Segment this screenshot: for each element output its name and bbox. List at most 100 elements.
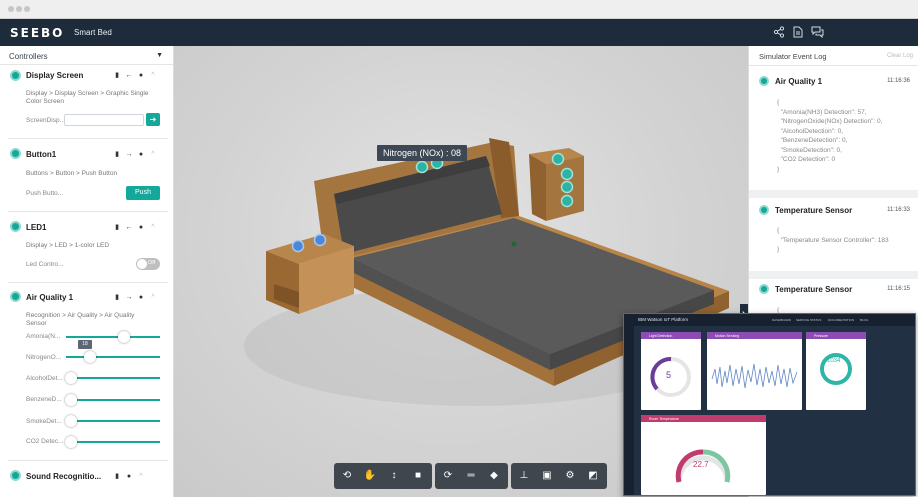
screenshot-icon[interactable]: ◩	[585, 468, 601, 484]
co2-slider[interactable]	[65, 436, 160, 448]
gear-icon[interactable]: ⚙	[562, 468, 578, 484]
app-logo[interactable]: SEEBO	[10, 26, 64, 40]
expand-icon[interactable]: ^	[135, 473, 147, 480]
expand-icon[interactable]: ^	[147, 151, 159, 158]
benzene-slider[interactable]	[65, 394, 160, 406]
device-icon[interactable]: ▮	[111, 293, 123, 301]
light-value: 5	[666, 370, 672, 380]
slider-label: SmokeDet...	[26, 418, 62, 425]
controller-path: Display > Display Screen > Graphic Singl…	[26, 90, 149, 105]
iot-header: IBM Watson IoT Platform DASHBOARD SERVIC…	[624, 314, 915, 326]
hand-icon[interactable]: ✋	[362, 468, 378, 484]
screen-text-input[interactable]	[64, 114, 144, 126]
arrow-right-icon[interactable]: →	[123, 294, 135, 301]
device-icon[interactable]: ▮	[111, 150, 123, 158]
alcohol-slider[interactable]	[65, 372, 160, 384]
iot-nav-service-status[interactable]: SERVICE STATUS	[796, 318, 821, 322]
eye-icon[interactable]: ●	[135, 151, 147, 158]
event-log-title: Simulator Event Log	[759, 52, 827, 61]
controller-name-sound-recognition: Sound Recognitio...	[26, 472, 102, 481]
temperature-value: 22.7	[693, 460, 709, 469]
iot-title: IBM Watson IoT Platform	[638, 317, 689, 322]
chat-icon[interactable]	[810, 26, 824, 39]
controller-status-dot	[10, 221, 21, 232]
iot-nav-documentation[interactable]: DOCUMENTATION	[828, 318, 854, 322]
controller-status-dot	[10, 291, 21, 302]
divider	[8, 211, 168, 212]
eye-icon[interactable]: ●	[135, 72, 147, 79]
smoke-slider[interactable]	[65, 415, 160, 427]
camera-icon[interactable]: ■	[410, 468, 426, 484]
ruler-icon[interactable]: ═	[463, 468, 479, 484]
arrow-left-icon[interactable]: ←	[123, 72, 135, 79]
slider-thumb[interactable]	[65, 436, 77, 448]
controller-actions: ▮ ● ^	[111, 472, 147, 480]
component-icon[interactable]: ▣	[539, 468, 555, 484]
cube-rotate-icon[interactable]: ⟳	[440, 468, 456, 484]
hierarchy-icon[interactable]: ⊥	[516, 468, 532, 484]
vertical-move-icon[interactable]: ↕	[386, 468, 402, 484]
slider-label: Amonia(N...	[26, 333, 61, 340]
view-toolbar-1: ⟲ ✋ ↕ ■	[334, 463, 432, 489]
document-icon[interactable]	[791, 26, 805, 39]
pressure-gauge	[820, 353, 852, 385]
share-icon[interactable]	[772, 26, 786, 39]
card-header: Light Detection	[641, 332, 701, 339]
window-minimize-dot[interactable]	[16, 6, 22, 12]
slider-thumb[interactable]	[65, 394, 77, 406]
pressure-value: 1034	[827, 358, 841, 364]
box-icon[interactable]: ◆	[486, 468, 502, 484]
iot-nav-blog[interactable]: BLOG	[860, 318, 868, 322]
controller-path: Display > LED > 1-color LED	[26, 242, 110, 249]
device-icon[interactable]: ▮	[111, 223, 123, 231]
caret-down-icon[interactable]: ▼	[156, 52, 163, 59]
controller-actions: ▮ → ● ^	[111, 150, 159, 158]
expand-icon[interactable]: ^	[147, 72, 159, 79]
iot-dashboard-overlay[interactable]: IBM Watson IoT Platform DASHBOARD SERVIC…	[623, 313, 916, 496]
room-temperature-card: Room Temperature 22.7	[641, 415, 766, 495]
temperature-gauge	[675, 449, 731, 483]
controllers-title: Controllers	[9, 52, 48, 61]
clear-log-button[interactable]: Clear Log	[887, 53, 913, 59]
controller-name-led1: LED1	[26, 223, 47, 232]
slider-thumb[interactable]	[84, 351, 96, 363]
expand-icon[interactable]: ^	[147, 224, 159, 231]
eye-icon[interactable]: ●	[135, 224, 147, 231]
arrow-right-icon[interactable]: →	[123, 151, 135, 158]
led-toggle[interactable]: Off	[136, 258, 160, 270]
window-maximize-dot[interactable]	[24, 6, 30, 12]
controller-name-air-quality: Air Quality 1	[26, 293, 74, 302]
device-icon[interactable]: ▮	[111, 472, 123, 480]
slider-thumb[interactable]	[65, 372, 77, 384]
event-time: 11:16:33	[887, 207, 910, 213]
event-payload: { "Temperature Sensor Controller": 183 }	[777, 227, 889, 253]
slider-thumb[interactable]	[118, 331, 130, 343]
nitrogen-slider[interactable]	[66, 351, 160, 363]
event-status-dot	[759, 284, 769, 294]
window-close-dot[interactable]	[8, 6, 14, 12]
amonia-slider[interactable]	[66, 331, 160, 343]
top-nav: SEEBO Smart Bed	[0, 19, 918, 46]
push-button[interactable]: Push	[126, 186, 160, 200]
controllers-panel: Controllers ▼ Display Screen ▮ ← ● ^ Displa…	[0, 46, 174, 497]
slider-label: BenzeneD...	[26, 396, 62, 403]
event-time: 11:16:15	[887, 286, 910, 292]
eye-icon[interactable]: ●	[135, 294, 147, 301]
arrow-left-icon[interactable]: ←	[123, 224, 135, 231]
event-separator	[749, 190, 918, 198]
iot-sidebar	[624, 326, 634, 495]
event-name: Temperature Sensor	[775, 285, 853, 294]
eye-icon[interactable]: ●	[123, 473, 135, 480]
send-button[interactable]: ➔	[146, 113, 160, 126]
controller-status-dot	[10, 148, 21, 159]
controllers-header[interactable]: Controllers ▼	[0, 46, 173, 65]
rotate-icon[interactable]: ⟲	[339, 468, 355, 484]
controller-path: Recognition > Air Quality > Air Quality …	[26, 312, 135, 327]
iot-nav-dashboard[interactable]: DASHBOARD	[772, 318, 791, 322]
slider-thumb[interactable]	[65, 415, 77, 427]
device-icon[interactable]: ▮	[111, 71, 123, 79]
controller-name-display-screen: Display Screen	[26, 71, 84, 80]
expand-icon[interactable]: ^	[147, 294, 159, 301]
pressure-card: Pressure 1034	[806, 332, 866, 410]
divider	[8, 282, 168, 283]
